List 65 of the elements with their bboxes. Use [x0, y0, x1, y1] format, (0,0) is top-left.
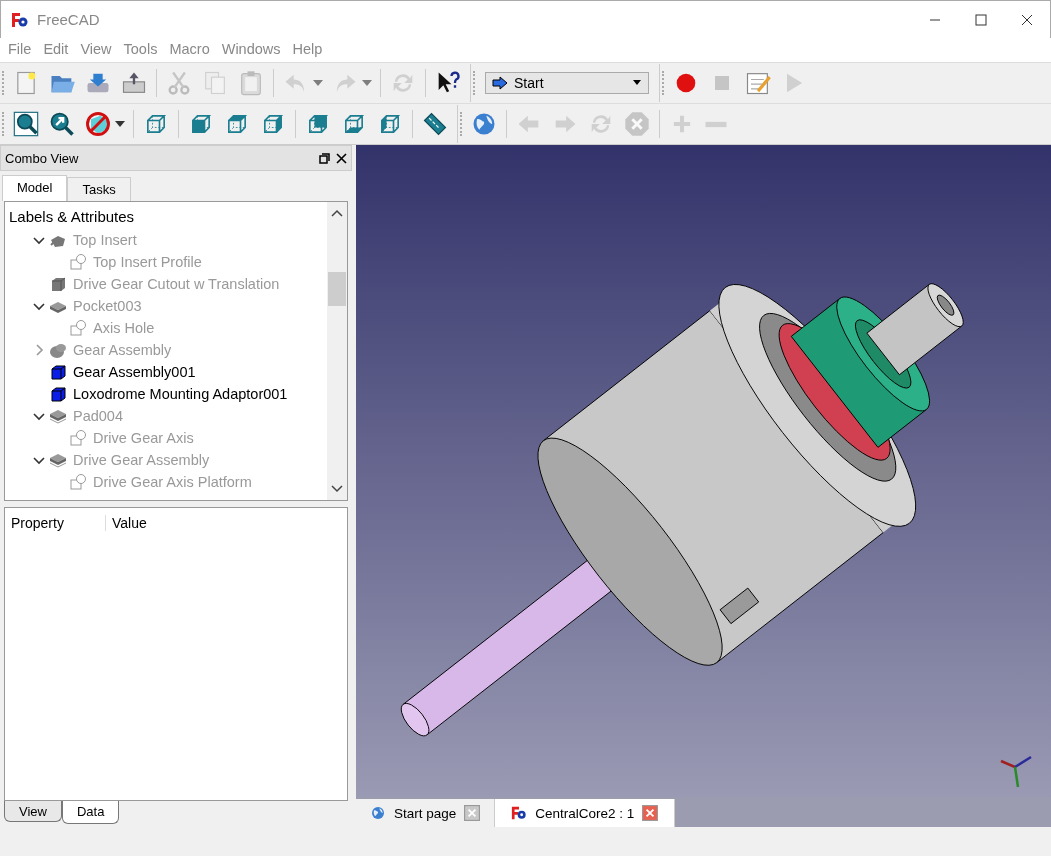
- app-logo-icon: [11, 10, 29, 29]
- menu-item[interactable]: File: [2, 38, 38, 62]
- menu-item[interactable]: Help: [286, 38, 329, 62]
- float-icon[interactable]: [319, 152, 330, 164]
- column-header: Value: [111, 515, 148, 531]
- close-icon[interactable]: [336, 152, 347, 164]
- arrow-right-icon: [492, 76, 508, 90]
- sketch-icon: [69, 319, 87, 337]
- pad-icon: [49, 407, 67, 425]
- chevron-down-icon[interactable]: [33, 300, 45, 312]
- tree-item[interactable]: Drive Gear Axis Platform: [93, 474, 252, 490]
- close-icon: [1021, 13, 1033, 26]
- tree-item[interactable]: Drive Gear Cutout w Translation: [73, 276, 280, 292]
- zoom-fit-icon: [12, 110, 40, 138]
- sketch-icon: [69, 429, 87, 447]
- scroll-up-icon[interactable]: [331, 208, 343, 218]
- tree-item[interactable]: Loxodrome Mounting Adaptor001: [73, 386, 288, 402]
- stop-icon: [623, 110, 651, 138]
- tree-item[interactable]: Top Insert: [73, 232, 137, 248]
- tree-item[interactable]: Top Insert Profile: [93, 254, 202, 270]
- tree-item[interactable]: Gear Assembly: [73, 342, 172, 358]
- tree-item[interactable]: Gear Assembly001: [73, 364, 196, 380]
- workbench-dropdown[interactable]: Start: [485, 72, 649, 94]
- menu-item[interactable]: Macro: [163, 38, 216, 62]
- zoom-selection-icon: [48, 110, 76, 138]
- menu-item[interactable]: View: [74, 38, 118, 62]
- ruler-icon: [421, 110, 449, 138]
- globe-icon: [370, 805, 386, 821]
- tree-item[interactable]: Axis Hole: [93, 320, 155, 336]
- column-header: Property: [5, 515, 106, 531]
- tree-item[interactable]: Pad004: [73, 408, 123, 424]
- document-tab[interactable]: CentralCore2 : 1: [495, 799, 676, 827]
- tree-item[interactable]: Drive Gear Assembly: [73, 452, 210, 468]
- chevron-down-icon[interactable]: [33, 234, 45, 246]
- menu-item[interactable]: Windows: [215, 38, 287, 62]
- tab[interactable]: Data: [61, 801, 120, 824]
- caret-icon[interactable]: [115, 121, 125, 127]
- caret-icon: [632, 80, 642, 86]
- window-title: FreeCAD: [37, 11, 101, 28]
- chevron-down-icon[interactable]: [33, 410, 45, 422]
- tree-item[interactable]: Pocket003: [73, 298, 142, 314]
- app-logo-icon: [511, 805, 528, 821]
- scroll-down-icon[interactable]: [331, 484, 343, 494]
- menu-item[interactable]: Tools: [117, 38, 164, 62]
- sketch-icon: [69, 473, 87, 491]
- cube-icon: [49, 363, 67, 381]
- panel-title: Combo View: [5, 150, 80, 166]
- scrollbar-thumb[interactable]: [328, 272, 346, 306]
- blob-icon: [49, 341, 67, 359]
- minus-icon: [704, 119, 728, 129]
- draw-style-icon: [84, 110, 112, 138]
- tab[interactable]: View: [4, 801, 62, 822]
- document-tab[interactable]: Start page: [356, 799, 496, 827]
- chevron-right-icon[interactable]: [33, 344, 45, 356]
- solid-icon: [49, 275, 67, 293]
- sketch-icon: [69, 253, 87, 271]
- menu-item[interactable]: Edit: [37, 38, 75, 62]
- tree-item[interactable]: Drive Gear Axis: [93, 430, 194, 446]
- maximize-icon: [975, 13, 987, 26]
- chevron-down-icon[interactable]: [33, 454, 45, 466]
- tree-header: Labels & Attributes: [8, 207, 136, 227]
- pad-icon: [49, 451, 67, 469]
- tab[interactable]: Tasks: [67, 177, 131, 201]
- cube-icon: [49, 385, 67, 403]
- tab[interactable]: Model: [2, 175, 68, 201]
